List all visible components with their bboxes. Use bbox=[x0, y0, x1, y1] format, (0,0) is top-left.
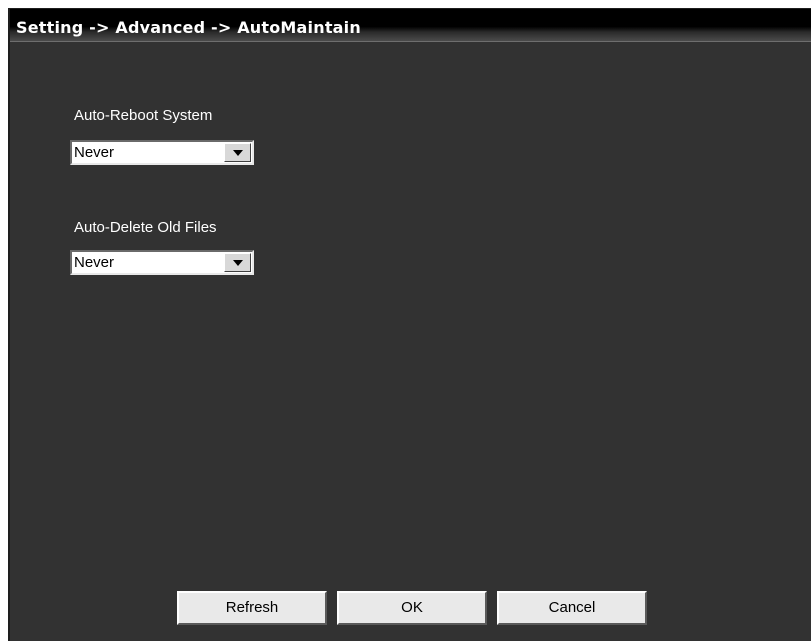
ok-button[interactable]: OK bbox=[337, 591, 487, 625]
auto-delete-dropdown-button[interactable] bbox=[224, 253, 251, 272]
auto-reboot-select[interactable]: Never bbox=[70, 140, 254, 165]
auto-reboot-value: Never bbox=[74, 144, 115, 161]
chevron-down-icon bbox=[233, 150, 243, 156]
auto-reboot-label: Auto-Reboot System bbox=[74, 107, 213, 124]
refresh-button[interactable]: Refresh bbox=[177, 591, 327, 625]
chevron-down-icon bbox=[233, 260, 243, 266]
title-bar: Setting -> Advanced -> AutoMaintain bbox=[10, 9, 811, 42]
auto-reboot-dropdown-button[interactable] bbox=[224, 143, 251, 162]
window-title: Setting -> Advanced -> AutoMaintain bbox=[16, 18, 361, 37]
automaintain-window: Setting -> Advanced -> AutoMaintain Auto… bbox=[8, 8, 811, 641]
cancel-button[interactable]: Cancel bbox=[497, 591, 647, 625]
auto-delete-select[interactable]: Never bbox=[70, 250, 254, 275]
auto-delete-label: Auto-Delete Old Files bbox=[74, 219, 217, 236]
auto-delete-value: Never bbox=[74, 254, 115, 271]
